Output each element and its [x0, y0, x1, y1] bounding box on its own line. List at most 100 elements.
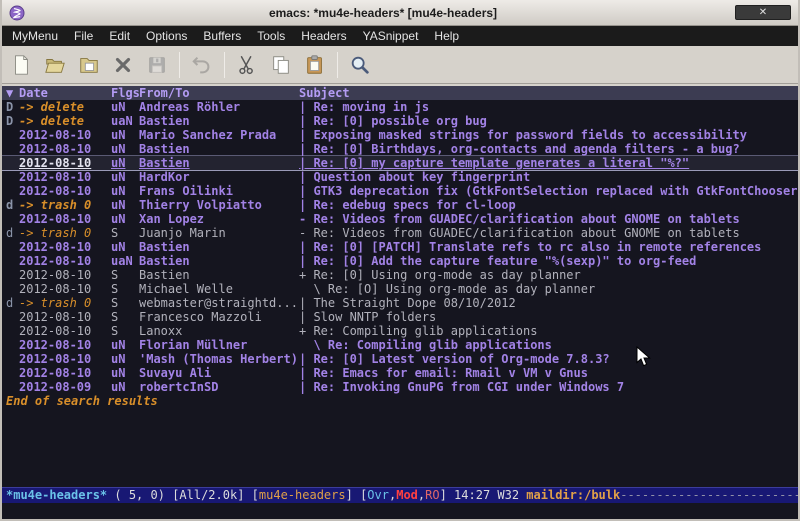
dired-icon[interactable]: [74, 50, 104, 80]
echo-area[interactable]: [2, 503, 798, 519]
save-buffer-icon: [142, 50, 172, 80]
message-from: Bastien: [139, 114, 299, 128]
message-date: 2012-08-10: [19, 338, 111, 352]
menu-item-file[interactable]: File: [66, 27, 101, 45]
message-row[interactable]: d-> trash 0uNThierry Volpiatto| Re: edeb…: [2, 198, 798, 212]
message-mark: [6, 212, 19, 226]
menu-item-headers[interactable]: Headers: [293, 27, 354, 45]
message-date: 2012-08-10: [19, 366, 111, 380]
message-row[interactable]: 2012-08-10uN'Mash (Thomas Herbert)| Re: …: [2, 352, 798, 366]
copy-icon[interactable]: [266, 50, 296, 80]
message-from: robertcInSD: [139, 380, 299, 394]
mode-line-segment: Mod: [396, 488, 418, 502]
menu-item-edit[interactable]: Edit: [101, 27, 138, 45]
search-icon[interactable]: [345, 50, 375, 80]
message-row[interactable]: 2012-08-10uNFrans Oilinki| GTK3 deprecat…: [2, 184, 798, 198]
message-mark: [6, 170, 19, 184]
open-file-icon[interactable]: [40, 50, 70, 80]
message-mark: [6, 254, 19, 268]
message-flags: S: [111, 268, 139, 282]
message-row[interactable]: d-> trash 0SJuanjo Marin- Re: Videos fro…: [2, 226, 798, 240]
message-mark: [6, 142, 19, 156]
message-date: 2012-08-10: [19, 184, 111, 198]
message-date: 2012-08-10: [19, 310, 111, 324]
message-subject: - Re: Videos from GUADEC/clarification a…: [299, 212, 798, 226]
message-row[interactable]: D-> deleteuaNBastien| Re: [0] possible o…: [2, 114, 798, 128]
toolbar-separator: [179, 52, 180, 78]
message-row[interactable]: 2012-08-10uNFlorian Müllner \ Re: Compil…: [2, 338, 798, 352]
message-from: Lanoxx: [139, 324, 299, 338]
column-header-date[interactable]: Date: [19, 86, 111, 100]
menu-item-options[interactable]: Options: [138, 27, 195, 45]
message-flags: uN: [111, 212, 139, 226]
message-date: 2012-08-10: [19, 352, 111, 366]
message-row[interactable]: 2012-08-10SBastien+ Re: [0] Using org-mo…: [2, 268, 798, 282]
message-row[interactable]: 2012-08-10uNSuvayu Ali| Re: Emacs for em…: [2, 366, 798, 380]
message-from: Thierry Volpiatto: [139, 198, 299, 212]
message-date: 2012-08-09: [19, 380, 111, 394]
message-date: 2012-08-10: [19, 156, 111, 170]
new-file-icon[interactable]: [6, 50, 36, 80]
message-from: 'Mash (Thomas Herbert): [139, 352, 299, 366]
message-row[interactable]: 2012-08-10uNBastien| Re: [0] Birthdays, …: [2, 142, 798, 156]
message-flags: S: [111, 324, 139, 338]
message-subject: | GTK3 deprecation fix (GtkFontSelection…: [299, 184, 798, 198]
message-row[interactable]: 2012-08-10uNHardKor| Question about key …: [2, 170, 798, 184]
mode-line-segment: Ovr: [367, 488, 389, 502]
message-mark: [6, 128, 19, 142]
message-row[interactable]: D-> deleteuNAndreas Röhler| Re: moving i…: [2, 100, 798, 114]
menu-item-help[interactable]: Help: [426, 27, 467, 45]
message-flags: uN: [111, 198, 139, 212]
message-flags: S: [111, 310, 139, 324]
message-row[interactable]: 2012-08-10SLanoxx+ Re: Compiling glib ap…: [2, 324, 798, 338]
message-row[interactable]: 2012-08-10uaNBastien| Re: [0] Add the ca…: [2, 254, 798, 268]
message-row[interactable]: 2012-08-10uNMario Sanchez Prada| Exposin…: [2, 128, 798, 142]
message-row[interactable]: 2012-08-10SFrancesco Mazzoli| Slow NNTP …: [2, 310, 798, 324]
mode-line-segment: [: [252, 488, 259, 502]
mode-line-segment: *mu4e-headers*: [6, 488, 107, 502]
menu-item-buffers[interactable]: Buffers: [195, 27, 249, 45]
message-flags: uN: [111, 156, 139, 170]
menu-item-yasnippet[interactable]: YASnippet: [355, 27, 427, 45]
message-subject: + Re: [0] Using org-mode as day planner: [299, 268, 798, 282]
paste-icon[interactable]: [300, 50, 330, 80]
message-date: 2012-08-10: [19, 282, 111, 296]
message-flags: S: [111, 282, 139, 296]
mode-line-segment: RO: [425, 488, 439, 502]
message-date: 2012-08-10: [19, 142, 111, 156]
message-subject: | Re: [0] Add the capture feature "%(sex…: [299, 254, 798, 268]
message-from: Andreas Röhler: [139, 100, 299, 114]
column-header-flags[interactable]: Flgs: [111, 86, 139, 100]
message-date: -> trash 0: [19, 226, 111, 240]
message-flags: S: [111, 296, 139, 310]
undo-icon: [187, 50, 217, 80]
message-row[interactable]: 2012-08-09uNrobertcInSD| Re: Invoking Gn…: [2, 380, 798, 394]
window-close-button[interactable]: ✕: [735, 5, 791, 20]
menu-item-mymenu[interactable]: MyMenu: [4, 27, 66, 45]
message-row[interactable]: d-> trash 0Swebmaster@straightd...| The …: [2, 296, 798, 310]
message-row[interactable]: 2012-08-10uNBastien| Re: [0] my capture …: [2, 156, 798, 170]
cut-icon[interactable]: [232, 50, 262, 80]
column-header-subject[interactable]: Subject: [299, 86, 798, 100]
message-row[interactable]: 2012-08-10SMichael Welle \ Re: [O] Using…: [2, 282, 798, 296]
mode-line[interactable]: *mu4e-headers* ( 5, 0) [All/2.0k] [mu4e-…: [2, 487, 798, 503]
kill-buffer-icon[interactable]: [108, 50, 138, 80]
emacs-app-icon: [9, 5, 25, 21]
message-date: 2012-08-10: [19, 240, 111, 254]
message-from: Frans Oilinki: [139, 184, 299, 198]
titlebar[interactable]: emacs: *mu4e-headers* [mu4e-headers] ✕: [2, 0, 798, 26]
message-row[interactable]: 2012-08-10uNXan Lopez- Re: Videos from G…: [2, 212, 798, 226]
message-flags: uN: [111, 142, 139, 156]
toolbar: [2, 46, 798, 84]
menu-item-tools[interactable]: Tools: [249, 27, 293, 45]
mode-line-segment: [All/2.0k]: [172, 488, 251, 502]
column-header-from[interactable]: From/To: [139, 86, 299, 100]
message-date: 2012-08-10: [19, 170, 111, 184]
mode-line-segment: mu4e-headers: [259, 488, 346, 502]
message-flags: S: [111, 226, 139, 240]
message-subject: | Re: [0] [PATCH] Translate refs to rc a…: [299, 240, 798, 254]
message-mark: [6, 310, 19, 324]
message-row[interactable]: 2012-08-10uNBastien| Re: [0] [PATCH] Tra…: [2, 240, 798, 254]
window-title: emacs: *mu4e-headers* [mu4e-headers]: [31, 6, 735, 20]
sort-direction-icon[interactable]: ▼: [6, 86, 19, 100]
